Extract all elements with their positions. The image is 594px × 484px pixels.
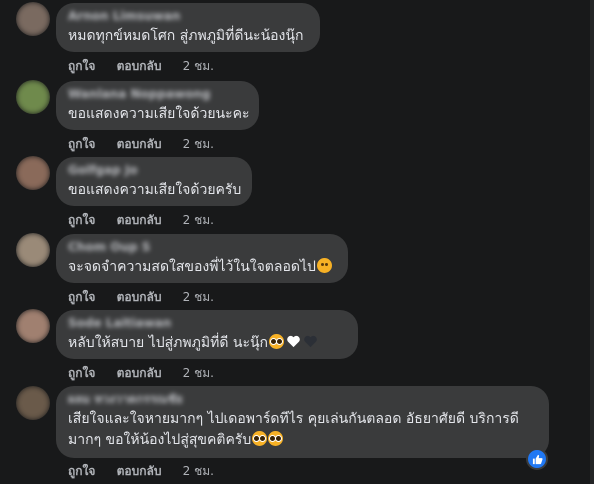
commenter-name[interactable]: ผลม ทวงวาดกรรณชัย xyxy=(68,392,537,407)
comment-text-line: เสียใจและใจหายมากๆ ไปเดอพาร์ดทีไร คุยเล่… xyxy=(68,411,519,427)
comment-bubble: ผลม ทวงวาดกรรณชัย เสียใจและใจหายมากๆ ไปเ… xyxy=(56,386,549,458)
comment-actions: ถูกใจ ตอบกลับ 2 ชม. xyxy=(68,57,231,76)
reply-button[interactable]: ตอบกลับ xyxy=(117,137,162,151)
reply-button[interactable]: ตอบกลับ xyxy=(117,464,162,478)
comment-bubble: Sode Laitiawan หลับให้สบาย ไปสู่ภพภูมิที… xyxy=(56,310,358,359)
commenter-name[interactable]: Wanlana Noppawong xyxy=(68,87,247,102)
like-button[interactable]: ถูกใจ xyxy=(68,213,95,227)
comment-text-body: หลับให้สบาย ไปสู่ภพภูมิที่ดี xyxy=(68,335,233,351)
comment-text: ขอแสดงความเสียใจด้วยนะคะ xyxy=(68,106,250,122)
commenter-name[interactable]: Sode Laitiawan xyxy=(68,316,346,331)
comment-bubble: Wanlana Noppawong ขอแสดงความเสียใจด้วยนะ… xyxy=(56,81,259,130)
black-heart-icon xyxy=(304,335,317,348)
comment-text: ขอแสดงความเสียใจด้วยครับ xyxy=(68,182,242,198)
reply-button[interactable]: ตอบกลับ xyxy=(117,366,162,380)
like-reaction-badge[interactable] xyxy=(526,448,548,470)
avatar[interactable] xyxy=(16,309,50,343)
comment-text-line: มากๆ ขอให้น้องไปสู่สุขคติครับ xyxy=(68,431,537,450)
avatar[interactable] xyxy=(16,80,50,114)
comment-bubble: Chom Oup S จะจดจำความสดใสของพี่ไว้ในใจตล… xyxy=(56,234,348,283)
comment-text-body: จะจดจำความสดใสของพี่ไว้ในใจตลอดไป xyxy=(68,259,316,275)
comment-text-body: มากๆ ขอให้น้องไปสู่สุขคติครับ xyxy=(68,432,252,448)
pleading-face-icon xyxy=(252,431,268,446)
commenter-name[interactable]: Golfgap Jo xyxy=(68,163,240,178)
comment-actions: ถูกใจ ตอบกลับ 2 ชม. xyxy=(68,211,231,230)
comment-actions: ถูกใจ ตอบกลับ 2 ชม. xyxy=(68,462,231,481)
white-heart-icon xyxy=(287,335,300,348)
comment-actions: ถูกใจ ตอบกลับ 2 ชม. xyxy=(68,135,231,154)
reply-button[interactable]: ตอบกลับ xyxy=(117,290,162,304)
avatar[interactable] xyxy=(16,233,50,267)
avatar[interactable] xyxy=(16,386,50,420)
comment-text: จะจดจำความสดใสของพี่ไว้ในใจตลอดไป xyxy=(68,258,336,277)
scrollbar[interactable] xyxy=(590,0,594,484)
comment-bubble: Arnon Limsuwan หมดทุกข์หมดโศก สู่ภพภูมิท… xyxy=(56,3,320,52)
timestamp[interactable]: 2 ชม. xyxy=(183,366,214,380)
like-button[interactable]: ถูกใจ xyxy=(68,59,95,73)
commenter-name[interactable]: Arnon Limsuwan xyxy=(68,9,308,24)
comment-bubble: Golfgap Jo ขอแสดงความเสียใจด้วยครับ xyxy=(56,157,252,206)
like-icon xyxy=(532,454,543,464)
like-button[interactable]: ถูกใจ xyxy=(68,366,95,380)
timestamp[interactable]: 2 ชม. xyxy=(183,59,214,73)
sad-face-icon xyxy=(316,258,332,273)
commenter-name[interactable]: Chom Oup S xyxy=(68,240,336,255)
comment-actions: ถูกใจ ตอบกลับ 2 ชม. xyxy=(68,288,231,307)
avatar[interactable] xyxy=(16,156,50,190)
avatar[interactable] xyxy=(16,2,50,36)
pleading-face-icon xyxy=(268,431,284,446)
comment-text: หลับให้สบาย ไปสู่ภพภูมิที่ดี นะนุ๊ก xyxy=(68,334,346,353)
timestamp[interactable]: 2 ชม. xyxy=(183,213,214,227)
comment-text-tail: นะนุ๊ก xyxy=(232,335,269,351)
comment-text: หมดทุกข์หมดโศก สู่ภพภูมิที่ดีนะน้องนุ๊ก xyxy=(68,28,304,44)
timestamp[interactable]: 2 ชม. xyxy=(183,137,214,151)
like-button[interactable]: ถูกใจ xyxy=(68,464,95,478)
like-button[interactable]: ถูกใจ xyxy=(68,137,95,151)
reply-button[interactable]: ตอบกลับ xyxy=(117,59,162,73)
comment-actions: ถูกใจ ตอบกลับ 2 ชม. xyxy=(68,364,231,383)
pleading-face-icon xyxy=(269,334,285,349)
timestamp[interactable]: 2 ชม. xyxy=(183,290,214,304)
timestamp[interactable]: 2 ชม. xyxy=(183,464,214,478)
reply-button[interactable]: ตอบกลับ xyxy=(117,213,162,227)
like-button[interactable]: ถูกใจ xyxy=(68,290,95,304)
